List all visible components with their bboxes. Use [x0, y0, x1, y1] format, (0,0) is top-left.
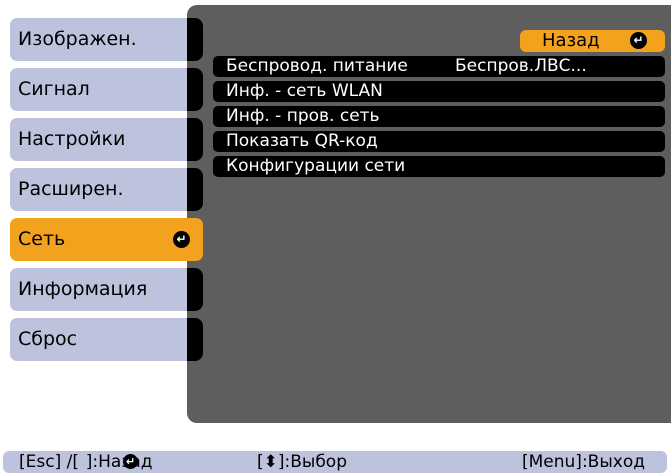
sidebar-item-label: Изображен.	[18, 28, 137, 50]
menu-item-show-qr[interactable]: Показать QR-код	[213, 131, 665, 152]
sidebar-item-divider	[187, 118, 203, 161]
sidebar-item-divider	[187, 168, 203, 211]
sidebar-item-info[interactable]: Информация	[10, 268, 187, 311]
menu-item-wired-info[interactable]: Инф. - пров. сеть	[213, 106, 665, 127]
menu-item-network-config[interactable]: Конфигурации сети	[213, 156, 665, 177]
sidebar-item-label: Расширен.	[18, 178, 124, 200]
enter-icon: ↵	[630, 32, 647, 49]
sidebar-item-label: Настройки	[18, 128, 126, 150]
menu-item-wlan-info[interactable]: Инф. - сеть WLAN	[213, 81, 665, 102]
menu-item-label: Конфигурации сети	[226, 156, 406, 176]
footer-select-hint: [⬍]:Выбор	[257, 452, 347, 472]
sidebar-item-label: Сигнал	[18, 78, 90, 100]
footer-hint-bar: [Esc] /[ ]:Назад ↵ [⬍]:Выбор [Menu]:Выхо…	[3, 451, 667, 473]
menu-item-value: Беспров.ЛВС...	[455, 56, 587, 76]
sidebar-item-label: Сеть	[18, 228, 66, 250]
sidebar-item-label: Информация	[18, 278, 148, 300]
menu-item-wireless-power[interactable]: Беспровод. питание Беспров.ЛВС...	[213, 56, 665, 77]
back-button-label: Назад	[542, 30, 600, 51]
sidebar-item-divider	[187, 318, 203, 361]
sidebar-item-settings[interactable]: Настройки	[10, 118, 187, 161]
footer-exit-hint: [Menu]:Выход	[522, 452, 645, 472]
sidebar-item-extended[interactable]: Расширен.	[10, 168, 187, 211]
sidebar-item-reset[interactable]: Сброс	[10, 318, 187, 361]
sidebar-item-divider	[187, 68, 203, 111]
back-button[interactable]: Назад ↵	[520, 30, 665, 52]
enter-icon: ↵	[173, 231, 190, 248]
sidebar-item-divider	[187, 18, 203, 61]
sidebar-item-network[interactable]: Сеть ↵	[10, 218, 203, 261]
sidebar-item-divider	[187, 268, 203, 311]
sidebar-item-image[interactable]: Изображен.	[10, 18, 187, 61]
menu-item-label: Беспровод. питание	[226, 56, 408, 76]
menu-item-label: Инф. - пров. сеть	[226, 106, 380, 126]
sidebar-item-label: Сброс	[18, 328, 78, 350]
enter-icon: ↵	[123, 454, 138, 469]
menu-item-label: Инф. - сеть WLAN	[226, 81, 383, 101]
menu-item-label: Показать QR-код	[226, 131, 378, 151]
sidebar-item-signal[interactable]: Сигнал	[10, 68, 187, 111]
